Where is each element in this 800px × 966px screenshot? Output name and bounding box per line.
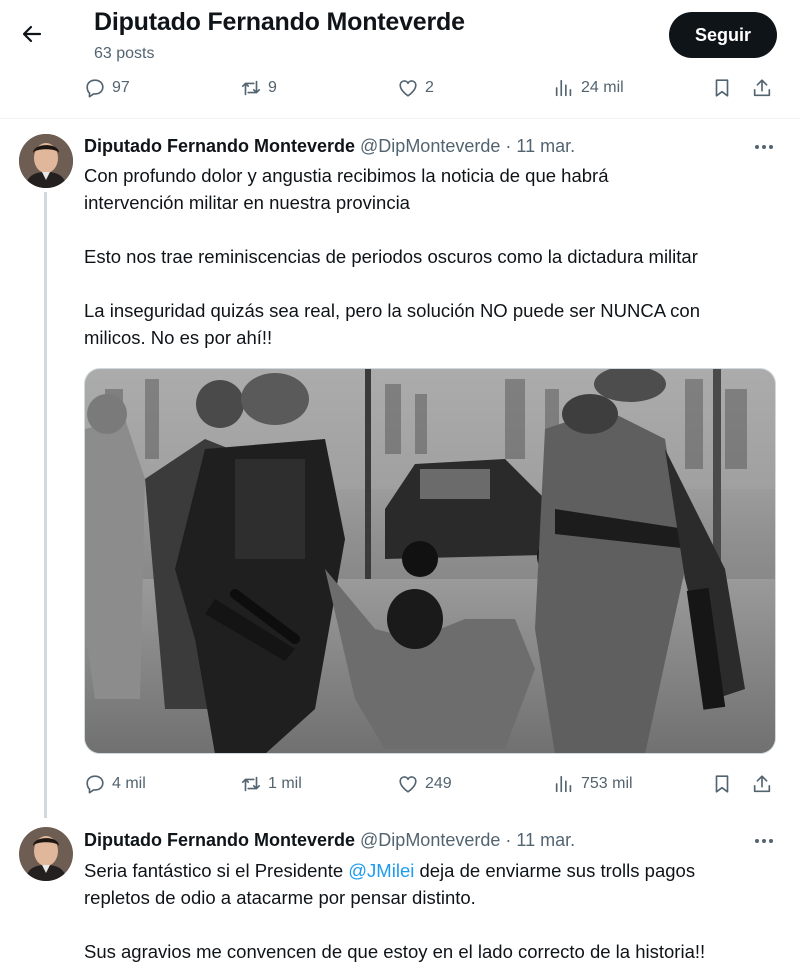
views-count: 24 mil xyxy=(581,79,624,96)
divider xyxy=(0,118,800,119)
tweet-actions: 4 mil 1 mil 249 753 mil xyxy=(0,769,800,799)
like-icon xyxy=(399,776,417,793)
tweet-header: Diputado Fernando Monteverde @DipMonteve… xyxy=(84,830,575,851)
repost-count: 9 xyxy=(268,79,277,96)
more-icon xyxy=(755,839,759,843)
repost-icon xyxy=(241,80,261,96)
avatar[interactable] xyxy=(19,134,73,188)
share-button[interactable] xyxy=(751,73,773,103)
tweet-line: milicos. No es por ahí!! xyxy=(84,327,273,348)
repost-button[interactable]: 9 xyxy=(240,73,277,103)
tweet-line: intervención militar en nuestra provinci… xyxy=(84,192,410,213)
tweet-date[interactable]: 11 mar. xyxy=(516,136,575,156)
views-button[interactable]: 753 mil xyxy=(553,769,633,799)
reply-count: 4 mil xyxy=(112,775,146,792)
posts-count: 63 posts xyxy=(94,45,155,62)
tweet-line: La inseguridad quizás sea real, pero la … xyxy=(84,300,700,321)
author-name[interactable]: Diputado Fernando Monteverde xyxy=(84,136,355,156)
share-icon xyxy=(753,775,771,793)
tweet-header: Diputado Fernando Monteverde @DipMonteve… xyxy=(84,136,575,157)
bookmark-icon xyxy=(715,79,729,97)
bookmark-button[interactable] xyxy=(711,73,733,103)
share-icon xyxy=(753,79,771,97)
follow-button[interactable]: Seguir xyxy=(669,12,777,58)
tweet-line: Esto nos trae reminiscencias de periodos… xyxy=(84,246,698,267)
back-arrow-icon xyxy=(22,25,42,43)
separator-dot: · xyxy=(505,830,512,850)
bookmark-button[interactable] xyxy=(711,769,733,799)
more-button[interactable] xyxy=(750,831,778,851)
separator-dot: · xyxy=(505,136,512,156)
like-button[interactable]: 249 xyxy=(397,769,452,799)
tweet-text: Con profundo dolor y angustia recibimos … xyxy=(84,162,784,351)
more-icon xyxy=(755,145,759,149)
tweet-line: Seria fantástico si el Presidente @JMile… xyxy=(84,857,784,884)
views-icon xyxy=(555,775,572,793)
profile-name: Diputado Fernando Monteverde xyxy=(94,8,465,36)
text-segment: Seria fantástico si el Presidente xyxy=(84,860,349,881)
tweet-line: repletos de odio a atacarme por pensar d… xyxy=(84,887,476,908)
views-icon xyxy=(555,79,572,97)
avatar-image xyxy=(19,827,73,881)
reply-icon xyxy=(86,775,104,794)
more-button[interactable] xyxy=(750,137,778,157)
repost-icon xyxy=(241,776,261,792)
more-icon xyxy=(762,839,766,843)
tweet-text: Seria fantástico si el Presidente @JMile… xyxy=(84,857,784,965)
like-count: 249 xyxy=(425,775,452,792)
more-icon xyxy=(769,145,773,149)
share-button[interactable] xyxy=(751,769,773,799)
like-icon xyxy=(399,80,417,97)
mention-link[interactable]: @JMilei xyxy=(348,860,414,881)
back-button[interactable] xyxy=(14,16,50,52)
like-button[interactable]: 2 xyxy=(397,73,434,103)
thread-line xyxy=(44,192,47,818)
avatar-image xyxy=(19,134,73,188)
previous-tweet-actions: 97 9 2 24 mil xyxy=(0,73,800,103)
reply-button[interactable]: 4 mil xyxy=(84,769,146,799)
tweet-line: Sus agravios me convencen de que estoy e… xyxy=(84,941,706,962)
author-name[interactable]: Diputado Fernando Monteverde xyxy=(84,830,355,850)
reply-button[interactable]: 97 xyxy=(84,73,130,103)
author-handle[interactable]: @DipMonteverde xyxy=(360,830,500,850)
bookmark-icon xyxy=(715,775,729,793)
reply-icon xyxy=(86,79,104,98)
like-count: 2 xyxy=(425,79,434,96)
views-button[interactable]: 24 mil xyxy=(553,73,624,103)
tweet-media-image[interactable] xyxy=(84,368,776,754)
profile-header: Diputado Fernando Monteverde 63 posts Se… xyxy=(0,0,800,68)
repost-count: 1 mil xyxy=(268,775,302,792)
views-count: 753 mil xyxy=(581,775,633,792)
photo-illustration xyxy=(85,369,775,753)
reply-count: 97 xyxy=(112,79,130,96)
author-handle[interactable]: @DipMonteverde xyxy=(360,136,500,156)
tweet-line: Con profundo dolor y angustia recibimos … xyxy=(84,165,609,186)
tweet-date[interactable]: 11 mar. xyxy=(516,830,575,850)
avatar[interactable] xyxy=(19,827,73,881)
repost-button[interactable]: 1 mil xyxy=(240,769,302,799)
more-icon xyxy=(762,145,766,149)
more-icon xyxy=(769,839,773,843)
text-segment: deja de enviarme sus trolls pagos xyxy=(414,860,696,881)
